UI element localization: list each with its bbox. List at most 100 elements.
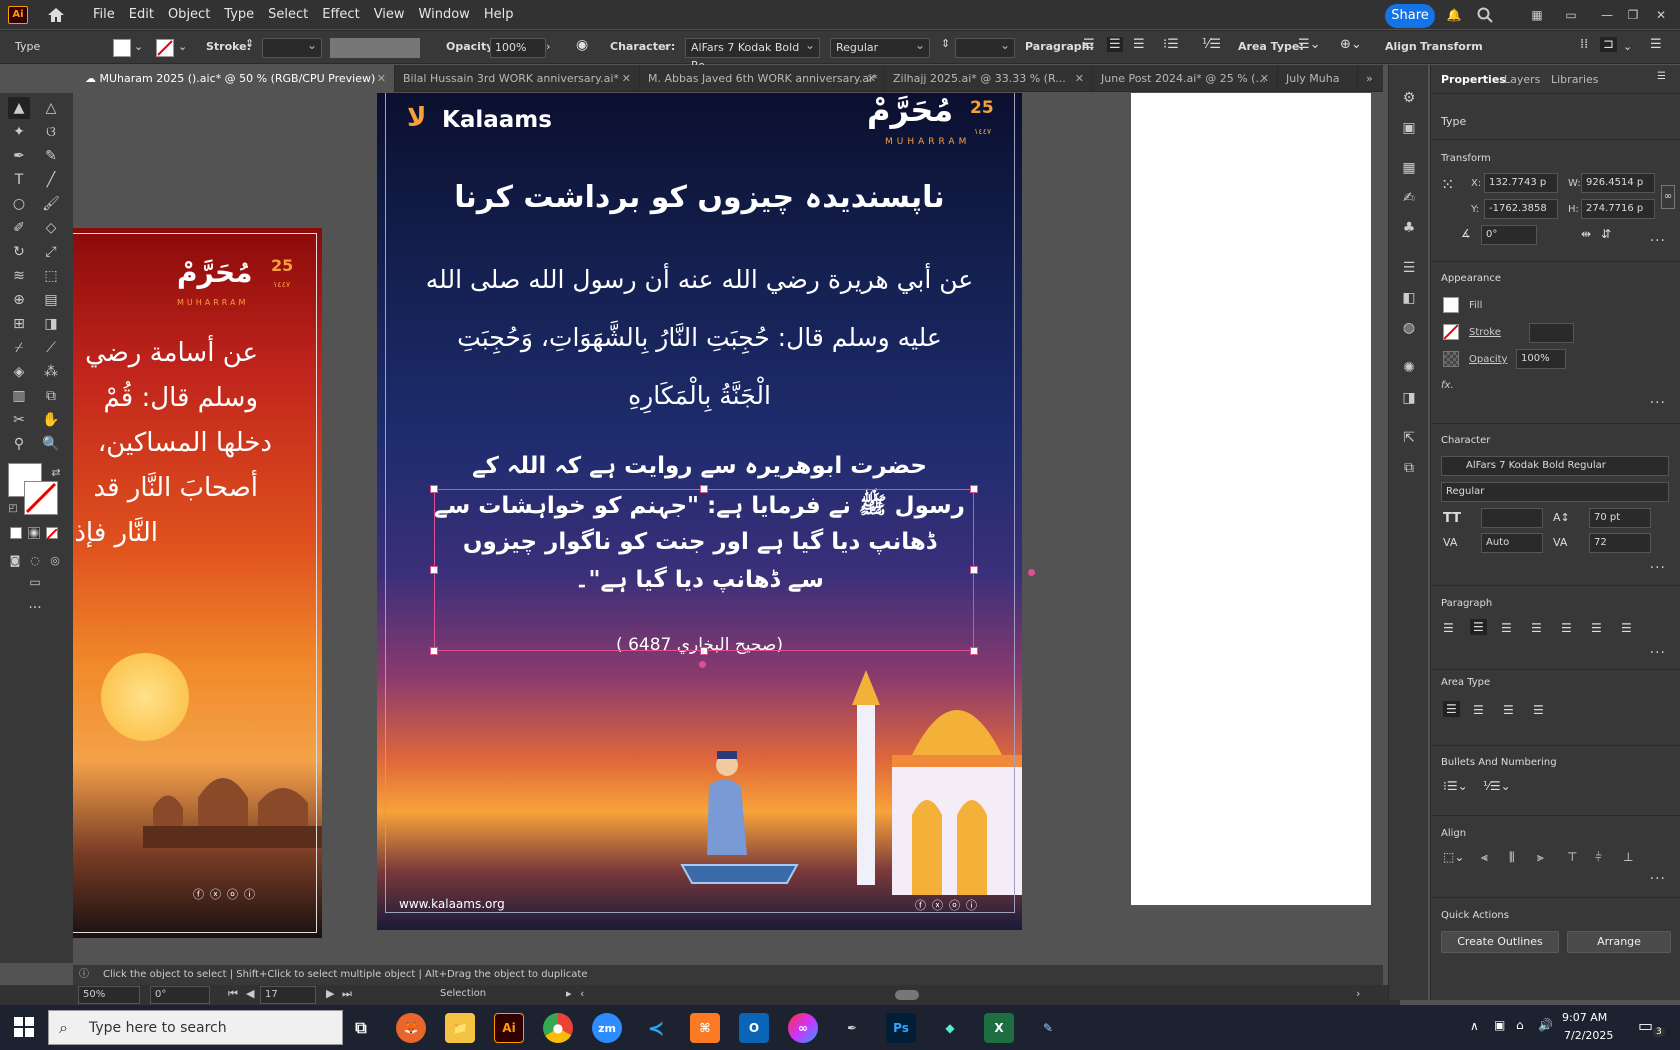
justify-all-icon[interactable]: ☰ xyxy=(1621,621,1632,635)
y-field[interactable]: -1762.3858 xyxy=(1484,199,1558,219)
align-right-icon[interactable]: ☰ xyxy=(1133,37,1145,52)
opacity-field[interactable]: 100% xyxy=(1516,349,1566,369)
opacity-field[interactable]: 100% xyxy=(490,38,546,58)
stroke-swatch[interactable] xyxy=(156,39,174,57)
tab-june-post[interactable]: June Post 2024.ai* @ 25 % (... ✕ xyxy=(1093,65,1278,92)
draw-normal-icon[interactable]: ◙ xyxy=(4,549,26,571)
close-tab-icon[interactable]: ✕ xyxy=(1260,65,1269,92)
flip-vertical-icon[interactable]: ⇵ xyxy=(1601,227,1611,241)
align-center-icon[interactable]: ☰ xyxy=(1470,619,1487,635)
curvature-tool-icon[interactable]: ✎ xyxy=(40,145,62,167)
threading-handle[interactable] xyxy=(699,661,706,668)
blend-tool-icon[interactable]: ◈ xyxy=(8,361,30,383)
font-size-field[interactable] xyxy=(1481,508,1543,528)
fill-swatch[interactable] xyxy=(113,39,131,57)
tab-muharram-2025[interactable]: ☁ MUharam 2025 ().aic* @ 50 % (RGB/CPU P… xyxy=(73,65,395,92)
warp-tool-icon[interactable]: ≋ xyxy=(8,265,30,287)
stroke-weight-field[interactable] xyxy=(1529,323,1574,343)
volume-icon[interactable]: 🔊 xyxy=(1538,1018,1553,1032)
chevron-right-icon[interactable]: › xyxy=(546,40,550,53)
app-icon[interactable]: ◆ xyxy=(935,1013,965,1043)
tab-zilhajj[interactable]: Zilhajj 2025.ai* @ 33.33 % (R... ✕ xyxy=(885,65,1093,92)
bell-icon[interactable]: 🔔 xyxy=(1445,6,1463,24)
area-top-icon[interactable]: ☰ xyxy=(1443,701,1460,717)
home-icon[interactable] xyxy=(46,5,66,25)
align-to-icon[interactable]: ⬚⌄ xyxy=(1443,850,1464,864)
stepper-icon[interactable]: ⇕ xyxy=(941,37,950,50)
color-mode-icon[interactable] xyxy=(10,527,22,539)
selection-handle[interactable] xyxy=(430,566,438,574)
menu-object[interactable]: Object xyxy=(161,0,217,29)
chevron-down-icon[interactable]: ⌄ xyxy=(178,40,187,53)
isolate-icon[interactable]: ⁞⁞ xyxy=(1580,37,1588,52)
menu-select[interactable]: Select xyxy=(261,0,315,29)
rotate-tool-icon[interactable]: ↻ xyxy=(8,241,30,263)
zoom-tool-icon[interactable]: 🔍 xyxy=(40,433,62,455)
brush-definition[interactable] xyxy=(330,38,420,58)
area-justify-icon[interactable]: ☰ xyxy=(1533,703,1544,717)
menu-file[interactable]: File xyxy=(86,0,122,29)
task-view-icon[interactable]: ⧉ xyxy=(346,1013,376,1043)
mesh-tool-icon[interactable]: ⊞ xyxy=(8,313,30,335)
chevron-down-icon[interactable]: ⌄ xyxy=(1623,40,1632,53)
scroll-left-icon[interactable]: ‹ xyxy=(580,987,584,1000)
magic-wand-icon[interactable]: ✦ xyxy=(8,121,30,143)
notepad-icon[interactable]: ✎ xyxy=(1033,1013,1063,1043)
more-tabs-icon[interactable]: » xyxy=(1358,65,1383,92)
draw-behind-icon[interactable]: ◌ xyxy=(24,549,46,571)
bullets-list-icon[interactable]: ⁝☰⌄ xyxy=(1443,779,1468,793)
close-tab-icon[interactable]: ✕ xyxy=(622,65,631,92)
arrange-docs-icon[interactable]: ▭ xyxy=(1562,6,1580,24)
menu-help[interactable]: Help xyxy=(477,0,521,29)
transparency-panel-icon[interactable]: ◍ xyxy=(1398,317,1420,339)
more-options-icon[interactable]: ··· xyxy=(1650,645,1666,661)
first-artboard-icon[interactable]: ⏮ xyxy=(228,987,238,1001)
font-search-icon[interactable]: ⌕ xyxy=(663,40,669,54)
puppet-warp-icon[interactable]: ⚲ xyxy=(8,433,30,455)
numbered-list-icon[interactable]: ⅟☰⌄ xyxy=(1483,779,1511,793)
threading-handle[interactable] xyxy=(1028,569,1035,576)
width-field[interactable]: 926.4514 p xyxy=(1581,173,1655,193)
font-size-dropdown[interactable] xyxy=(955,36,1015,58)
eyedropper-icon[interactable]: ⌿ xyxy=(8,337,30,359)
selection-handle[interactable] xyxy=(970,485,978,493)
workspace-icon[interactable]: ▦ xyxy=(1528,6,1546,24)
more-options-icon[interactable]: ··· xyxy=(1650,560,1666,576)
vscode-icon[interactable]: ≺ xyxy=(641,1013,671,1043)
stroke-label[interactable]: Stroke xyxy=(1469,327,1501,338)
selection-tool-icon[interactable]: ▲ xyxy=(8,97,30,119)
swatches-panel-icon[interactable]: ▦ xyxy=(1398,157,1420,179)
swap-colors-icon[interactable]: ⇄ xyxy=(45,461,67,483)
perspective-grid-icon[interactable]: ▤ xyxy=(40,289,62,311)
leading-field[interactable]: 70 pt xyxy=(1589,508,1651,528)
excel-icon[interactable]: X xyxy=(984,1013,1014,1043)
pen-app-icon[interactable]: ✒ xyxy=(837,1013,867,1043)
align-top-icon[interactable]: ⊤ xyxy=(1567,850,1577,864)
recolor-icon[interactable]: ◉ xyxy=(576,37,588,53)
close-icon[interactable]: ✕ xyxy=(1652,6,1670,24)
artboard-number-dropdown[interactable]: 17 xyxy=(260,986,316,1004)
menu-icon[interactable]: ☰ xyxy=(1650,37,1662,52)
draw-inside-icon[interactable]: ◎ xyxy=(44,549,66,571)
tray-expand-icon[interactable]: ∧ xyxy=(1470,1019,1479,1033)
justify-center-icon[interactable]: ☰ xyxy=(1561,621,1572,635)
stroke-weight-dropdown[interactable] xyxy=(262,36,322,58)
gradient-tool-icon[interactable]: ◨ xyxy=(40,313,62,335)
scroll-right-icon[interactable]: › xyxy=(1356,987,1360,1000)
font-style-dropdown[interactable]: Regular xyxy=(830,36,930,58)
appearance-panel-icon[interactable]: ✺ xyxy=(1398,357,1420,379)
shape-builder-icon[interactable]: ⊕ xyxy=(8,289,30,311)
transform-link[interactable]: Transform xyxy=(1420,40,1483,53)
more-options-icon[interactable]: ··· xyxy=(1650,871,1666,887)
align-bottom-icon[interactable]: ⊥ xyxy=(1623,850,1633,864)
stroke-color-swatch[interactable] xyxy=(24,481,58,515)
symbol-sprayer-icon[interactable]: ⁂ xyxy=(40,361,62,383)
align-right-objects-icon[interactable]: ⫸ xyxy=(1537,850,1544,865)
reference-point-icon[interactable]: ⁙ xyxy=(1441,175,1454,194)
align-left-objects-icon[interactable]: ⫷ xyxy=(1481,850,1488,865)
line-tool-icon[interactable]: ╱ xyxy=(40,169,62,191)
type-tool-icon[interactable]: T xyxy=(8,169,30,191)
tab-bilal-hussain[interactable]: Bilal Hussain 3rd WORK anniversary.ai* ✕ xyxy=(395,65,640,92)
height-field[interactable]: 274.7716 p xyxy=(1581,199,1655,219)
gradient-panel-icon[interactable]: ◧ xyxy=(1398,287,1420,309)
